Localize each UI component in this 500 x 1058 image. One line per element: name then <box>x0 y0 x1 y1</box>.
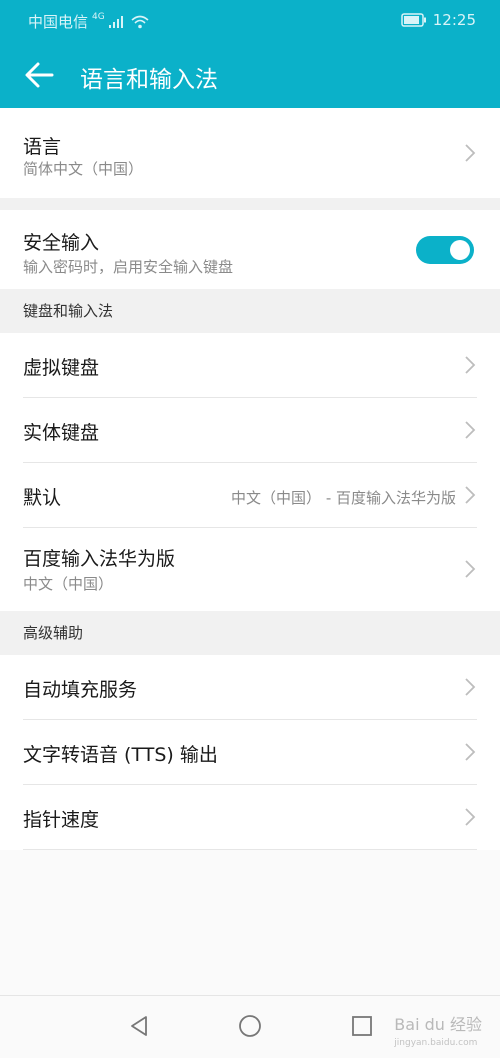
item-label: 默认 <box>23 487 62 509</box>
item-sub: 中文（中国） <box>23 575 114 593</box>
item-label: 指针速度 <box>23 809 100 831</box>
section-header-keyboards: 键盘和输入法 <box>0 289 500 333</box>
baidu-watermark: Bai du 经验 jingyan.baidu.com <box>394 1016 482 1052</box>
default-input-method-item[interactable]: 默认 中文（中国） - 百度输入法华为版 <box>0 463 500 528</box>
secure-input-desc: 输入密码时，启用安全输入键盘 <box>23 258 234 276</box>
item-label: 百度输入法华为版 <box>23 548 176 570</box>
chevron-right-icon <box>465 486 476 504</box>
pointer-speed-item[interactable]: 指针速度 <box>0 785 500 850</box>
chevron-right-icon <box>465 743 476 761</box>
nav-back-icon[interactable] <box>127 1014 151 1038</box>
carrier-label: 中国电信 <box>28 13 89 31</box>
item-label: 虚拟键盘 <box>23 357 100 379</box>
chevron-right-icon <box>465 560 476 578</box>
clock: 12:25 <box>432 11 476 29</box>
page-title: 语言和输入法 <box>80 67 218 93</box>
chevron-right-icon <box>465 144 476 162</box>
back-arrow-icon[interactable] <box>22 58 56 92</box>
secure-input-label: 安全输入 <box>23 232 100 254</box>
app-toolbar: 语言和输入法 <box>0 42 500 108</box>
status-bar: 中国电信 4G 12:25 <box>0 0 500 42</box>
chevron-right-icon <box>465 356 476 374</box>
default-input-value: 中文（中国） - 百度输入法华为版 <box>231 489 456 507</box>
physical-keyboard-item[interactable]: 实体键盘 <box>0 398 500 463</box>
settings-list: 语言 简体中文（中国） 安全输入 输入密码时，启用安全输入键盘 键盘和输入法 虚… <box>0 108 500 850</box>
wifi-icon <box>131 15 149 28</box>
secure-input-setting[interactable]: 安全输入 输入密码时，启用安全输入键盘 <box>0 210 500 289</box>
signal-icon <box>108 15 123 28</box>
system-nav-bar: Bai du 经验 jingyan.baidu.com <box>0 995 500 1058</box>
item-label: 自动填充服务 <box>23 679 138 701</box>
secure-input-toggle[interactable] <box>416 236 474 264</box>
tts-output-item[interactable]: 文字转语音 (TTS) 输出 <box>0 720 500 785</box>
baidu-ime-item[interactable]: 百度输入法华为版 中文（中国） <box>0 528 500 611</box>
language-label: 语言 <box>23 136 62 158</box>
nav-home-icon[interactable] <box>238 1014 262 1038</box>
toggle-knob <box>450 240 470 260</box>
nav-recents-icon[interactable] <box>350 1014 374 1038</box>
network-type: 4G <box>92 11 105 22</box>
section-gap <box>0 198 500 210</box>
watermark-brand: Bai du 经验 <box>394 1015 482 1034</box>
battery-icon <box>401 13 426 27</box>
chevron-right-icon <box>465 421 476 439</box>
section-header-advanced: 高级辅助 <box>0 611 500 655</box>
autofill-service-item[interactable]: 自动填充服务 <box>0 655 500 720</box>
item-label: 实体键盘 <box>23 422 100 444</box>
chevron-right-icon <box>465 678 476 696</box>
language-value: 简体中文（中国） <box>23 160 144 178</box>
virtual-keyboard-item[interactable]: 虚拟键盘 <box>0 333 500 398</box>
language-setting[interactable]: 语言 简体中文（中国） <box>0 108 500 198</box>
item-label: 文字转语音 (TTS) 输出 <box>23 744 218 766</box>
divider <box>23 849 477 850</box>
chevron-right-icon <box>465 808 476 826</box>
watermark-url: jingyan.baidu.com <box>394 1038 478 1048</box>
